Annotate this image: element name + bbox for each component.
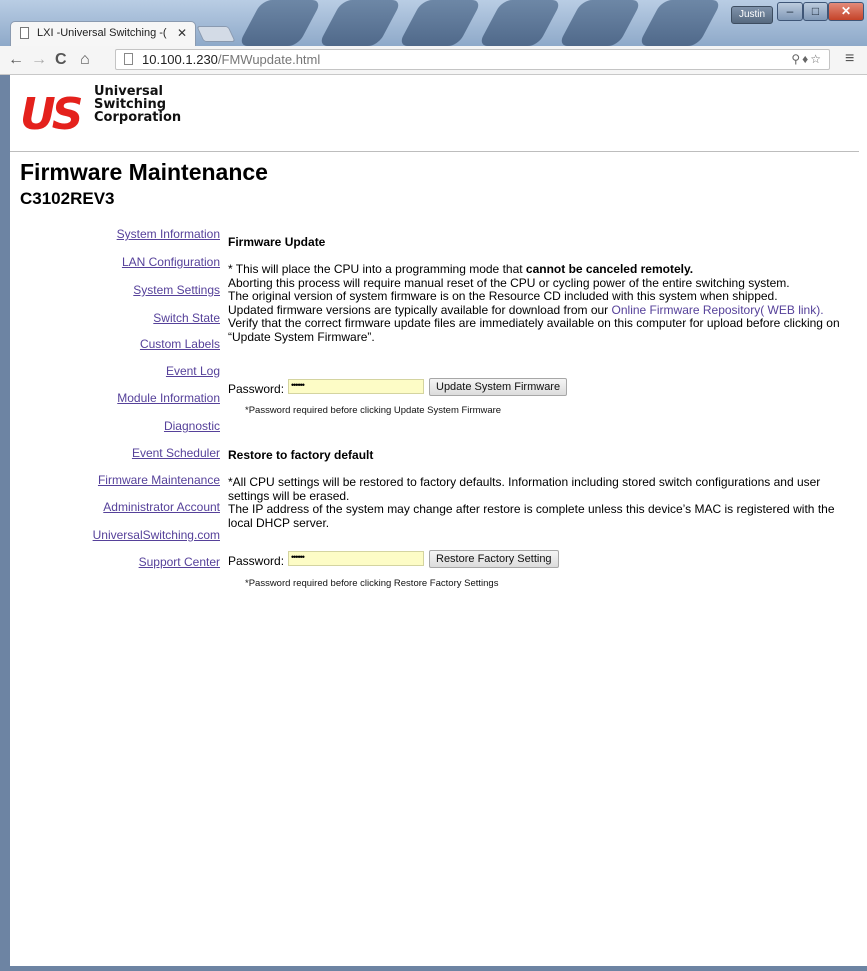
titlebar-decoration xyxy=(397,0,483,46)
password-label: Password: xyxy=(228,382,285,396)
titlebar-decoration xyxy=(317,0,403,46)
firmware-repository-link[interactable]: Online Firmware Repository( WEB link). xyxy=(612,303,824,317)
nav-link-lan-configuration[interactable]: LAN Configuration xyxy=(122,255,220,269)
profile-badge[interactable]: Justin xyxy=(731,6,773,24)
browser-toolbar: ← → C ⌂ 10.100.1.230/FMWupdate.html ⚲♦☆ … xyxy=(0,46,867,75)
maximize-icon[interactable]: □ xyxy=(803,2,828,21)
firmware-password-field[interactable]: •••••• xyxy=(288,379,424,394)
password-label: Password: xyxy=(228,554,285,568)
minimize-icon[interactable]: – xyxy=(777,2,803,21)
factory-password-field[interactable]: •••••• xyxy=(288,551,424,566)
web-page: US Universal Switching Corporation Firmw… xyxy=(10,75,867,966)
nav-link-module-information[interactable]: Module Information xyxy=(117,391,220,405)
address-bar[interactable]: 10.100.1.230/FMWupdate.html ⚲♦☆ xyxy=(115,49,830,70)
logo-wordmark: Universal Switching Corporation xyxy=(94,85,181,124)
update-system-firmware-button[interactable]: Update System Firmware xyxy=(429,378,568,396)
browser-tab[interactable]: LXI -Universal Switching -( ✕ xyxy=(10,21,196,46)
logo-line: Corporation xyxy=(94,110,182,125)
header-divider xyxy=(10,151,859,152)
browser-titlebar: LXI -Universal Switching -( ✕ Justin – □… xyxy=(0,0,867,46)
device-model: C3102REV3 xyxy=(20,189,115,208)
tab-title: LXI -Universal Switching -( xyxy=(37,27,167,39)
new-tab-button[interactable] xyxy=(196,26,236,42)
nav-link-event-scheduler[interactable]: Event Scheduler xyxy=(132,446,220,460)
titlebar-decoration xyxy=(477,0,563,46)
page-title: Firmware Maintenance xyxy=(20,159,268,185)
factory-reset-heading: Restore to factory default xyxy=(228,448,374,462)
url-path: /FMWupdate.html xyxy=(217,52,321,67)
omnibox-actions: ⚲♦☆ xyxy=(791,50,823,69)
firmware-update-heading: Firmware Update xyxy=(228,235,326,249)
page-favicon-icon xyxy=(20,27,29,39)
nav-link-switch-state[interactable]: Switch State xyxy=(153,311,220,325)
firmware-warning-line: * This will place the CPU into a program… xyxy=(228,262,843,277)
firmware-updated-line: Updated firmware versions are typically … xyxy=(228,302,843,318)
company-logo: US Universal Switching Corporation xyxy=(20,85,181,145)
logo-mark: US xyxy=(20,89,83,140)
nav-link-system-settings[interactable]: System Settings xyxy=(133,283,220,297)
restore-factory-setting-button[interactable]: Restore Factory Setting xyxy=(429,550,559,568)
page-icon xyxy=(124,53,133,65)
firmware-abort-line: Aborting this process will require manua… xyxy=(228,275,790,290)
firmware-original-line: The original version of system firmware … xyxy=(228,289,778,303)
firmware-password-note: *Password required before clicking Updat… xyxy=(245,405,502,416)
factory-reset-ip-line: The IP address of the system may change … xyxy=(228,502,835,530)
factory-password-note: *Password required before clicking Resto… xyxy=(245,578,499,589)
warning-emphasis: cannot be canceled remotely. xyxy=(525,262,694,276)
back-arrow-icon[interactable]: ← xyxy=(8,50,24,70)
forward-arrow-icon[interactable]: → xyxy=(31,50,47,70)
chrome-menu-icon[interactable]: ≡ xyxy=(845,50,854,68)
nav-link-diagnostic[interactable]: Diagnostic xyxy=(164,419,220,433)
nav-link-event-log[interactable]: Event Log xyxy=(166,364,220,378)
window-close-icon[interactable]: ✕ xyxy=(828,2,864,21)
url-host: 10.100.1.230 xyxy=(142,52,218,67)
nav-link-administrator-account[interactable]: Administrator Account xyxy=(103,500,220,514)
firmware-verify-line: Verify that the correct firmware update … xyxy=(228,316,840,344)
updated-text: Updated firmware versions are typically … xyxy=(228,302,612,317)
tab-close-icon[interactable]: ✕ xyxy=(177,26,187,40)
nav-link-firmware-maintenance[interactable]: Firmware Maintenance xyxy=(98,473,220,487)
bookmark-star-icon[interactable]: ☆ xyxy=(810,52,823,66)
home-icon[interactable]: ⌂ xyxy=(80,50,90,70)
nav-link-system-information[interactable]: System Information xyxy=(117,227,220,241)
warning-text: * This will place the CPU into a program… xyxy=(228,262,526,276)
titlebar-decoration xyxy=(557,0,643,46)
titlebar-decoration xyxy=(237,0,323,46)
nav-link-custom-labels[interactable]: Custom Labels xyxy=(140,337,220,351)
reload-icon[interactable]: C xyxy=(55,50,67,70)
zoom-icon[interactable]: ⚲ xyxy=(791,52,802,66)
factory-reset-description: *All CPU settings will be restored to fa… xyxy=(228,475,843,530)
nav-link-support-center[interactable]: Support Center xyxy=(139,555,220,569)
titlebar-decoration xyxy=(637,0,723,46)
nav-link-universalswitching-com[interactable]: UniversalSwitching.com xyxy=(93,528,220,542)
factory-reset-line: *All CPU settings will be restored to fa… xyxy=(228,475,821,503)
firmware-update-description: * This will place the CPU into a program… xyxy=(228,262,843,344)
